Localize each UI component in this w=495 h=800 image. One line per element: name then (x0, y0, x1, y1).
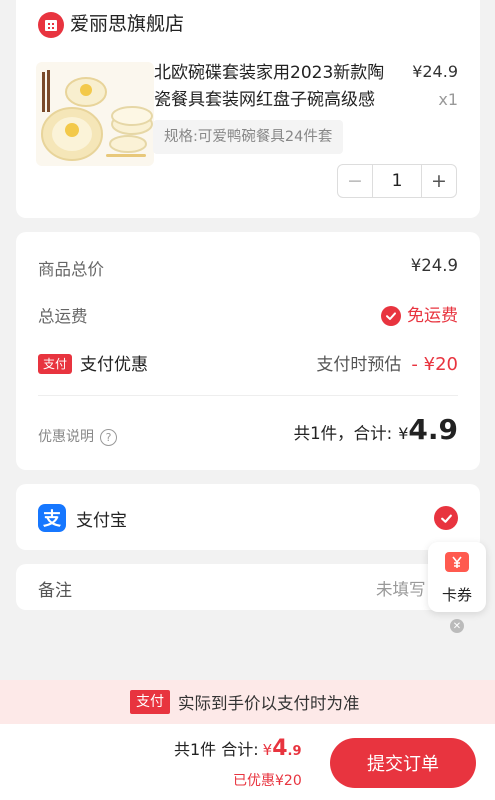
decrease-button[interactable]: − (338, 165, 372, 197)
total-price-value: ¥24.9 (410, 256, 458, 275)
selected-check-icon[interactable] (434, 506, 458, 530)
order-summary: 商品总价 ¥24.9 总运费 免运费 支付 支付优惠 支付时预估 - ¥20 优惠… (16, 232, 480, 470)
total-price-label: 商品总价 (38, 260, 104, 279)
product-thumbnail[interactable] (36, 62, 154, 166)
coupon-widget[interactable]: 卡券 (428, 542, 486, 612)
order-total-label: 共1件，合计: (293, 424, 393, 443)
product-spec[interactable]: 规格:可爱鸭碗餐具24件套 (153, 120, 344, 154)
remark-label: 备注 (38, 581, 72, 601)
coupon-icon (445, 552, 469, 572)
shipping-value: 免运费 (381, 301, 458, 326)
quantity-input[interactable]: 1 (372, 165, 422, 197)
discount-note[interactable]: 优惠说明? (38, 426, 117, 446)
pay-discount-label: 支付优惠 (80, 355, 148, 375)
product-title[interactable]: 北欧碗碟套装家用2023新款陶 瓷餐具套装网红盘子碗高级感 (154, 60, 406, 114)
notice-tag: 支付 (130, 690, 170, 714)
checkout-count-label: 共1件 合计: (174, 740, 259, 759)
store-name[interactable]: 爱丽思旗舰店 (70, 10, 184, 38)
checkout-amount-int: 4 (272, 736, 288, 761)
discount-note-label: 优惠说明 (38, 429, 94, 445)
pay-tag: 支付 (38, 354, 73, 374)
checkout-amount-dec: .9 (287, 744, 302, 759)
payment-method-alipay[interactable]: 支 支付宝 (16, 484, 480, 550)
payment-method-label: 支付宝 (76, 511, 127, 531)
checkout-currency: ¥ (262, 741, 273, 759)
remark-row[interactable]: 备注 未填写 (16, 564, 480, 610)
store-card: 爱丽思旗舰店 北欧碗碟套装家用2023新款陶 瓷餐具套装网红盘子碗高级感 ¥24… (16, 0, 480, 218)
notice-text: 实际到手价以支付时为准 (178, 694, 360, 713)
quantity-stepper: − 1 + (337, 164, 457, 198)
product-quantity: x1 (438, 90, 458, 109)
remark-value[interactable]: 未填写 (376, 576, 426, 600)
help-icon: ? (100, 428, 117, 446)
divider (38, 395, 458, 396)
pay-discount: 支付时预估 - ¥20 (316, 350, 458, 375)
order-total-currency: ¥ (398, 424, 409, 443)
checkout-total: 共1件 合计: ¥4.9 (174, 736, 302, 761)
shipping-label: 总运费 (38, 307, 88, 326)
product-price: ¥24.9 (412, 62, 458, 81)
saved-amount: 已优惠¥20 (233, 773, 302, 789)
increase-button[interactable]: + (422, 165, 456, 197)
product-title-line1: 北欧碗碟套装家用2023新款陶 (154, 63, 385, 83)
order-total: 共1件，合计: ¥4.9 (294, 413, 458, 446)
pay-discount-hint: 支付时预估 (316, 355, 402, 375)
payment-notice: 支付 实际到手价以支付时为准 (0, 680, 495, 724)
close-icon[interactable]: ✕ (450, 619, 464, 633)
order-total-amount: 4.9 (408, 413, 458, 446)
check-circle-icon (381, 306, 401, 326)
coupon-label: 卡券 (441, 586, 472, 604)
shipping-value-text: 免运费 (407, 306, 458, 326)
submit-order-button[interactable]: 提交订单 (330, 738, 476, 788)
store-icon (38, 12, 64, 38)
product-title-line2: 瓷餐具套装网红盘子碗高级感 (154, 90, 375, 110)
alipay-icon: 支 (38, 504, 66, 532)
pay-discount-value: - ¥20 (411, 354, 458, 375)
checkout-bar: 共1件 合计: ¥4.9 已优惠¥20 提交订单 (0, 724, 495, 800)
